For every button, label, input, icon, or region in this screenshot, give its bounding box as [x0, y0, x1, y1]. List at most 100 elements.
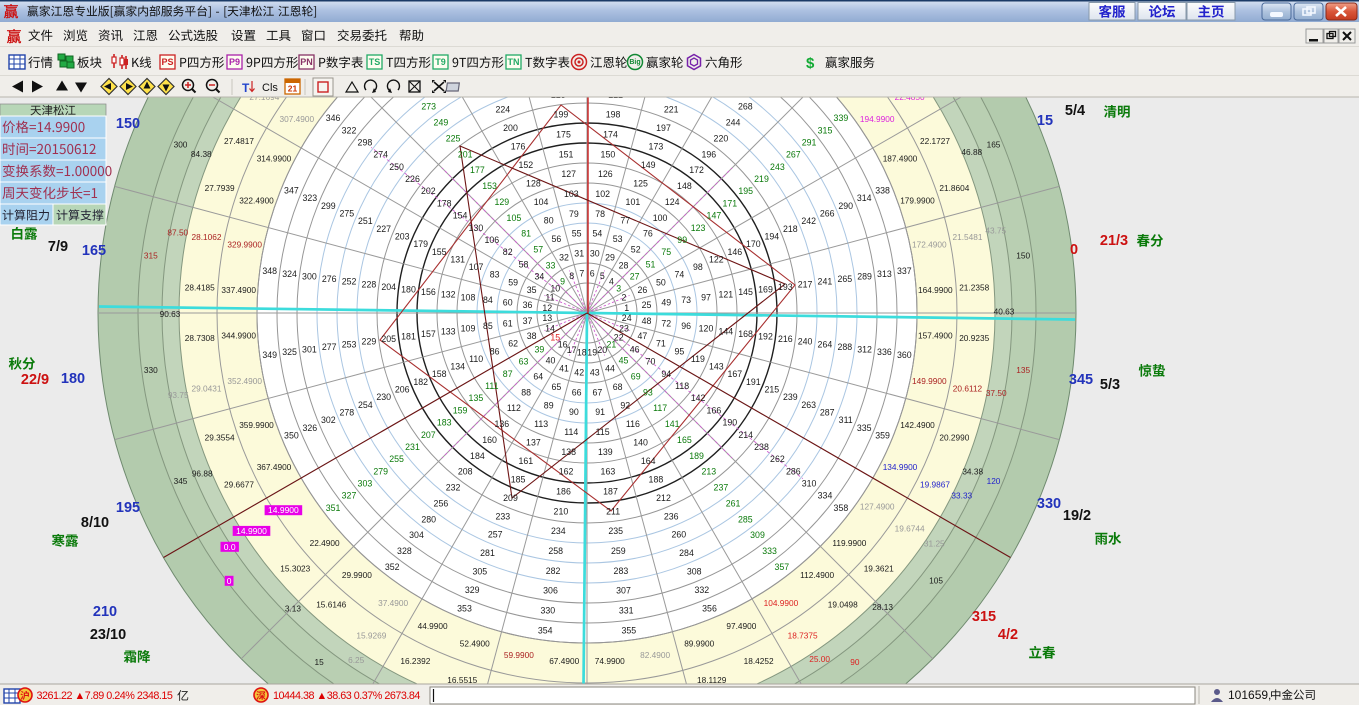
svg-text:314: 314 — [857, 193, 872, 203]
svg-text:194: 194 — [764, 232, 779, 242]
svg-text:149.9900: 149.9900 — [912, 376, 947, 386]
svg-text:82: 82 — [503, 247, 513, 257]
svg-text:153: 153 — [482, 181, 497, 191]
svg-text:101659,: 101659, — [1228, 688, 1271, 702]
svg-text:161: 161 — [518, 456, 533, 466]
svg-text:330: 330 — [540, 605, 555, 615]
svg-text:313: 313 — [877, 269, 892, 279]
svg-text:136: 136 — [494, 419, 509, 429]
svg-text:96.88: 96.88 — [192, 468, 213, 478]
svg-text:193: 193 — [778, 282, 793, 292]
svg-text:251: 251 — [358, 216, 373, 226]
svg-text:334: 334 — [818, 491, 833, 501]
svg-text:353: 353 — [457, 604, 472, 614]
svg-text:19.0498: 19.0498 — [828, 600, 858, 610]
svg-text:171: 171 — [722, 198, 737, 208]
svg-text:140: 140 — [633, 437, 648, 447]
svg-text:186: 186 — [556, 487, 571, 497]
svg-text:129: 129 — [494, 197, 509, 207]
svg-text:243: 243 — [770, 162, 785, 172]
svg-text:144: 144 — [718, 326, 733, 336]
svg-text:52: 52 — [631, 245, 641, 255]
svg-text:352.4900: 352.4900 — [227, 376, 262, 386]
svg-text:348: 348 — [262, 266, 277, 276]
svg-text:355: 355 — [621, 625, 636, 635]
svg-text:170: 170 — [746, 239, 761, 249]
svg-text:173: 173 — [649, 142, 664, 152]
svg-text:16.2392: 16.2392 — [400, 656, 430, 666]
svg-text:23: 23 — [619, 323, 629, 333]
svg-text:114: 114 — [564, 427, 578, 437]
svg-text:264: 264 — [818, 339, 833, 349]
svg-text:32: 32 — [559, 253, 569, 263]
svg-text:3: 3 — [616, 284, 621, 294]
svg-text:7: 7 — [579, 268, 584, 278]
svg-text:133: 133 — [441, 326, 456, 336]
svg-text:177: 177 — [470, 165, 485, 175]
svg-text:149: 149 — [641, 160, 656, 170]
svg-text:237: 237 — [714, 483, 729, 493]
svg-text:262: 262 — [770, 454, 785, 464]
svg-text:328: 328 — [397, 546, 412, 556]
svg-text:8: 8 — [569, 271, 574, 281]
svg-text:90: 90 — [569, 407, 579, 417]
svg-text:354: 354 — [538, 625, 553, 635]
svg-text:27.4817: 27.4817 — [224, 136, 254, 146]
svg-text:150: 150 — [116, 116, 140, 132]
svg-text:79: 79 — [569, 209, 579, 219]
svg-text:123: 123 — [691, 223, 706, 233]
svg-text:117: 117 — [653, 403, 667, 413]
svg-text:190: 190 — [722, 418, 737, 428]
svg-text:150: 150 — [601, 149, 616, 159]
svg-text:125: 125 — [633, 179, 648, 189]
svg-text:299: 299 — [321, 201, 336, 211]
svg-text:210: 210 — [554, 506, 569, 516]
svg-text:112.4900: 112.4900 — [800, 570, 834, 580]
svg-text:358: 358 — [834, 503, 849, 513]
svg-text:167: 167 — [727, 369, 742, 379]
svg-text:280: 280 — [421, 514, 436, 524]
svg-text:208: 208 — [458, 467, 473, 477]
svg-text:37.4900: 37.4900 — [378, 598, 408, 608]
svg-text:180: 180 — [61, 371, 85, 387]
svg-text:98: 98 — [693, 262, 703, 272]
svg-text:175: 175 — [556, 130, 571, 140]
svg-text:105: 105 — [507, 213, 522, 223]
svg-text:59: 59 — [508, 277, 518, 287]
svg-text:204: 204 — [381, 282, 396, 292]
svg-text:109: 109 — [461, 324, 476, 334]
svg-text:18: 18 — [577, 348, 587, 358]
svg-text:163: 163 — [601, 467, 616, 477]
svg-text:P9: P9 — [229, 57, 240, 67]
svg-text:28.1062: 28.1062 — [192, 232, 222, 242]
svg-text:29.3554: 29.3554 — [205, 433, 235, 443]
svg-text:78: 78 — [595, 209, 605, 219]
svg-text:220: 220 — [714, 134, 729, 144]
svg-text:157: 157 — [421, 329, 436, 339]
svg-text:21.2358: 21.2358 — [959, 282, 989, 292]
svg-text:7/9: 7/9 — [48, 239, 68, 255]
svg-text:63: 63 — [519, 357, 529, 367]
svg-text:PN: PN — [300, 57, 313, 67]
svg-text:261: 261 — [726, 498, 741, 508]
svg-text:303: 303 — [358, 479, 373, 489]
svg-text:68: 68 — [613, 382, 623, 392]
svg-text:39: 39 — [535, 345, 545, 355]
svg-text:21/3: 21/3 — [1100, 233, 1128, 249]
svg-text:335: 335 — [857, 423, 872, 433]
svg-text:322.4900: 322.4900 — [239, 196, 274, 206]
svg-text:22/9: 22/9 — [21, 372, 49, 388]
svg-text:345: 345 — [1069, 372, 1093, 388]
svg-text:120: 120 — [987, 476, 1001, 486]
svg-text:15: 15 — [314, 657, 324, 667]
svg-text:60: 60 — [503, 298, 513, 308]
svg-text:349: 349 — [262, 350, 277, 360]
svg-text:164: 164 — [641, 456, 656, 466]
svg-text:115: 115 — [596, 427, 610, 437]
svg-text:27: 27 — [630, 272, 640, 282]
svg-text:210: 210 — [93, 604, 117, 620]
svg-text:239: 239 — [783, 392, 798, 402]
svg-text:36: 36 — [523, 300, 533, 310]
svg-text:31: 31 — [574, 249, 584, 259]
svg-text:5: 5 — [600, 271, 605, 281]
